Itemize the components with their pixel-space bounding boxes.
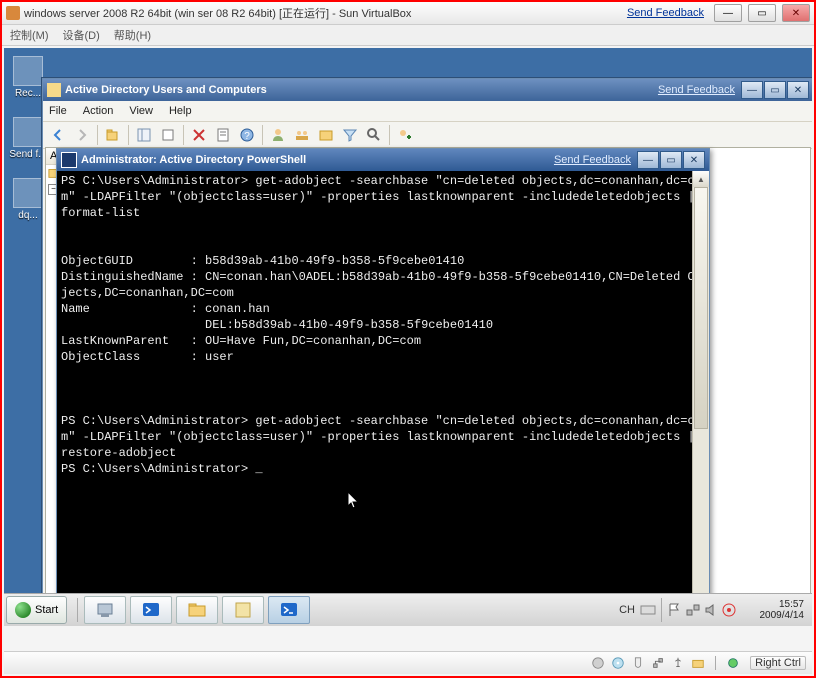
powershell-close-button[interactable]: ✕ — [683, 151, 705, 169]
taskbar-pinned-server[interactable] — [84, 596, 126, 624]
toolbar-properties-button[interactable] — [212, 124, 234, 146]
vb-menu-help[interactable]: 帮助(H) — [114, 27, 151, 43]
recycle-bin-icon — [13, 56, 43, 86]
virtualbox-statusbar: Right Ctrl — [4, 651, 812, 674]
aduc-icon — [47, 83, 61, 97]
host-minimize-button[interactable]: — — [714, 4, 742, 22]
toolbar-show-hide-tree-button[interactable] — [133, 124, 155, 146]
start-label: Start — [35, 604, 58, 616]
virtualbox-titlebar: windows server 2008 R2 64bit (win ser 08… — [2, 2, 814, 25]
vb-status-capture-icon[interactable] — [726, 656, 740, 670]
vb-status-mouse-icon[interactable] — [631, 656, 645, 670]
vb-status-hd-icon[interactable] — [591, 656, 605, 670]
clock-date: 2009/4/14 — [744, 610, 804, 621]
toolbar-cut-icon[interactable] — [157, 124, 179, 146]
powershell-console[interactable]: PS C:\Users\Administrator> get-adobject … — [57, 171, 709, 609]
aduc-close-button[interactable]: ✕ — [787, 81, 809, 99]
vb-status-usb-icon[interactable] — [671, 656, 685, 670]
vb-menu-machine[interactable]: 控制(M) — [10, 27, 49, 43]
toolbar-add-to-group-button[interactable] — [394, 124, 416, 146]
aduc-menu-action[interactable]: Action — [83, 105, 114, 117]
aduc-toolbar: ? — [43, 121, 812, 149]
taskbar-clock[interactable]: 15:57 2009/4/14 — [738, 599, 810, 621]
tray-action-center-icon[interactable] — [721, 602, 737, 618]
aduc-send-feedback-link[interactable]: Send Feedback — [658, 84, 735, 96]
virtualbox-menubar: 控制(M) 设备(D) 帮助(H) — [2, 25, 814, 46]
shortcut-icon — [13, 178, 43, 208]
toolbar-help-button[interactable]: ? — [236, 124, 258, 146]
aduc-minimize-button[interactable]: — — [741, 81, 763, 99]
aduc-maximize-button[interactable]: ▭ — [764, 81, 786, 99]
toolbar-forward-button[interactable] — [71, 124, 93, 146]
aduc-title-text: Active Directory Users and Computers — [65, 84, 267, 96]
powershell-title-text: Administrator: Active Directory PowerShe… — [81, 154, 306, 166]
powershell-scrollbar[interactable]: ▲ ▼ — [692, 171, 709, 609]
toolbar-filter-button[interactable] — [339, 124, 361, 146]
aduc-menu-help[interactable]: Help — [169, 105, 192, 117]
powershell-icon — [61, 152, 77, 168]
virtualbox-icon — [6, 6, 20, 20]
scroll-track[interactable] — [693, 187, 709, 593]
powershell-window[interactable]: Administrator: Active Directory PowerShe… — [56, 148, 710, 610]
keyboard-tray-icon[interactable] — [640, 602, 656, 618]
toolbar-new-group-button[interactable] — [291, 124, 313, 146]
taskbar-running-aduc[interactable] — [222, 596, 264, 624]
aduc-menu-view[interactable]: View — [129, 105, 153, 117]
windows-orb-icon — [15, 602, 31, 618]
powershell-minimize-button[interactable]: — — [637, 151, 659, 169]
toolbar-new-user-button[interactable] — [267, 124, 289, 146]
powershell-send-feedback-link[interactable]: Send Feedback — [554, 154, 631, 166]
taskbar-pinned-explorer[interactable] — [176, 596, 218, 624]
virtualbox-send-feedback-link[interactable]: Send Feedback — [627, 7, 704, 19]
language-indicator[interactable]: CH — [615, 604, 639, 616]
vb-menu-devices[interactable]: 设备(D) — [63, 27, 100, 43]
vb-status-cd-icon[interactable] — [611, 656, 625, 670]
scroll-up-button[interactable]: ▲ — [693, 171, 709, 187]
tray-volume-icon[interactable] — [703, 602, 719, 618]
feedback-icon — [13, 117, 43, 147]
taskbar-pinned-shell[interactable] — [130, 596, 172, 624]
svg-text:?: ? — [244, 131, 250, 142]
toolbar-delete-button[interactable] — [188, 124, 210, 146]
aduc-menu-file[interactable]: File — [49, 105, 67, 117]
toolbar-new-ou-button[interactable] — [315, 124, 337, 146]
toolbar-up-button[interactable] — [102, 124, 124, 146]
powershell-titlebar[interactable]: Administrator: Active Directory PowerShe… — [57, 149, 709, 171]
virtualbox-title-text: windows server 2008 R2 64bit (win ser 08… — [24, 5, 411, 21]
scroll-thumb[interactable] — [694, 187, 708, 429]
vb-status-net-icon[interactable] — [651, 656, 665, 670]
tray-network-icon[interactable] — [685, 602, 701, 618]
clock-time: 15:57 — [744, 599, 804, 610]
aduc-menubar: File Action View Help — [43, 101, 812, 121]
vb-hostkey-indicator[interactable]: Right Ctrl — [750, 656, 806, 670]
start-button[interactable]: Start — [6, 596, 67, 624]
taskbar[interactable]: Start CH 15:57 2009/4/14 — [4, 593, 812, 626]
host-close-button[interactable]: ✕ — [782, 4, 810, 22]
tray-flag-icon[interactable] — [667, 602, 683, 618]
vb-status-shared-folder-icon[interactable] — [691, 656, 705, 670]
powershell-output[interactable]: PS C:\Users\Administrator> get-adobject … — [61, 173, 705, 477]
powershell-maximize-button[interactable]: ▭ — [660, 151, 682, 169]
toolbar-back-button[interactable] — [47, 124, 69, 146]
taskbar-running-powershell[interactable] — [268, 596, 310, 624]
toolbar-find-button[interactable] — [363, 124, 385, 146]
host-maximize-button[interactable]: ▭ — [748, 4, 776, 22]
aduc-titlebar[interactable]: Active Directory Users and Computers Sen… — [43, 79, 812, 101]
guest-desktop[interactable]: Rec... Send f... dq... Active Directory … — [4, 48, 812, 626]
